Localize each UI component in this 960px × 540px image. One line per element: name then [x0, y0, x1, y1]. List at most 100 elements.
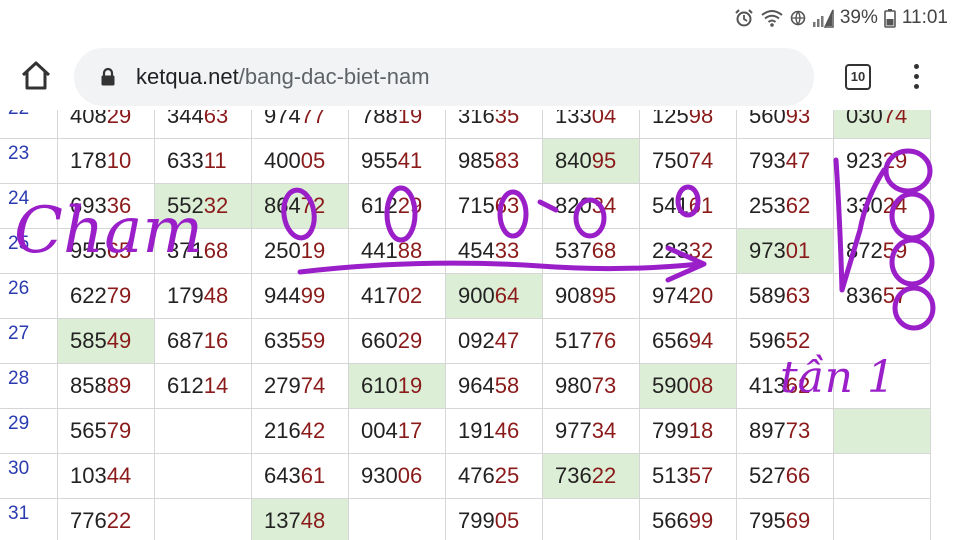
result-head-digits: 371 — [167, 238, 204, 263]
result-head-digits: 788 — [361, 110, 398, 128]
home-icon[interactable] — [18, 58, 54, 94]
result-cell: 85889 — [57, 363, 155, 409]
result-head-digits: 930 — [361, 463, 398, 488]
result-tail-digits: 69 — [785, 508, 811, 533]
globe-icon — [790, 10, 806, 26]
result-cell: 10344 — [57, 453, 155, 499]
result-cell: 25019 — [251, 228, 349, 274]
signal-icon — [812, 9, 834, 28]
result-tail-digits: 34 — [591, 193, 617, 218]
result-tail-digits: 16 — [203, 328, 229, 353]
result-cell: 19146 — [445, 408, 543, 454]
result-cell: 31635 — [445, 110, 543, 139]
day-cell: 28 — [0, 363, 58, 409]
result-tail-digits: 25 — [494, 463, 520, 488]
result-tail-digits: 99 — [688, 508, 714, 533]
tab-switcher-button[interactable]: 10 — [845, 64, 871, 90]
result-cell — [348, 498, 446, 540]
lock-icon — [101, 67, 115, 86]
result-head-digits: 316 — [458, 110, 495, 128]
wifi-icon — [761, 10, 783, 27]
result-cell: 90064 — [445, 273, 543, 319]
result-head-digits: 687 — [167, 328, 204, 353]
result-head-digits: 864 — [264, 193, 301, 218]
status-icons: 39% 11:01 — [734, 0, 948, 36]
result-cell: 47625 — [445, 453, 543, 499]
result-head-digits: 836 — [846, 283, 883, 308]
url-path: /bang-dac-biet-nam — [238, 64, 430, 89]
day-cell: 25 — [0, 228, 58, 274]
result-cell — [154, 498, 252, 540]
result-cell: 03074 — [833, 110, 931, 139]
result-tail-digits: 33 — [494, 238, 520, 263]
result-cell: 00417 — [348, 408, 446, 454]
result-tail-digits: 19 — [397, 110, 423, 128]
result-cell: 27974 — [251, 363, 349, 409]
result-head-digits: 590 — [652, 373, 689, 398]
result-head-digits: 413 — [749, 373, 786, 398]
result-tail-digits: 47 — [785, 148, 811, 173]
result-cell: 33024 — [833, 183, 931, 229]
result-head-digits: 537 — [555, 238, 592, 263]
result-cell: 59008 — [639, 363, 737, 409]
result-head-digits: 513 — [652, 463, 689, 488]
result-cell: 66029 — [348, 318, 446, 364]
result-cell — [833, 363, 931, 409]
result-tail-digits: 05 — [494, 508, 520, 533]
result-tail-digits: 41 — [397, 148, 423, 173]
result-tail-digits: 73 — [785, 418, 811, 443]
result-tail-digits: 04 — [591, 110, 617, 128]
table-row: 25 95565 37168 25019 44188 45433 53768 22332 973… — [0, 228, 931, 274]
result-head-digits: 955 — [361, 148, 398, 173]
day-cell: 22 — [0, 110, 58, 139]
result-head-digits: 596 — [749, 328, 786, 353]
result-tail-digits: 01 — [785, 238, 811, 263]
result-cell — [833, 408, 931, 454]
url-domain: ketqua.net — [136, 64, 239, 89]
result-head-digits: 776 — [70, 508, 107, 533]
menu-icon[interactable] — [912, 64, 920, 92]
result-cell: 98073 — [542, 363, 640, 409]
result-head-digits: 476 — [458, 463, 495, 488]
table-row: 26 62279 17948 94499 41702 90064 90895 97420 589… — [0, 273, 931, 319]
result-tail-digits: 20 — [688, 283, 714, 308]
result-cell: 79905 — [445, 498, 543, 540]
result-tail-digits: 89 — [106, 373, 132, 398]
result-tail-digits: 57 — [882, 283, 908, 308]
result-cell: 59652 — [736, 318, 834, 364]
result-tail-digits: 19 — [300, 238, 326, 263]
result-tail-digits: 47 — [494, 328, 520, 353]
result-head-digits: 977 — [555, 418, 592, 443]
result-cell: 71563 — [445, 183, 543, 229]
address-bar[interactable]: ketqua.net/bang-dac-biet-nam — [74, 48, 814, 106]
result-head-digits: 179 — [167, 283, 204, 308]
result-tail-digits: 65 — [106, 238, 132, 263]
result-cell: 84095 — [542, 138, 640, 184]
result-tail-digits: 99 — [300, 283, 326, 308]
result-tail-digits: 32 — [203, 193, 229, 218]
result-tail-digits: 57 — [688, 463, 714, 488]
result-tail-digits: 52 — [785, 328, 811, 353]
table-row: 23 17810 63311 40005 95541 98583 84095 75074 793… — [0, 138, 931, 184]
result-head-digits: 872 — [846, 238, 883, 263]
result-cell: 61214 — [154, 363, 252, 409]
result-tail-digits: 32 — [688, 238, 714, 263]
day-cell: 23 — [0, 138, 58, 184]
results-table-viewport[interactable]: 2240829344639747778819316351330412598560… — [0, 110, 960, 540]
result-tail-digits: 63 — [494, 193, 520, 218]
status-bar: 39% 11:01 — [0, 0, 960, 36]
result-tail-digits: 36 — [106, 193, 132, 218]
result-tail-digits: 49 — [106, 328, 132, 353]
result-head-digits: 795 — [749, 508, 786, 533]
result-tail-digits: 34 — [591, 418, 617, 443]
result-head-digits: 417 — [361, 283, 398, 308]
result-cell: 79569 — [736, 498, 834, 540]
result-head-digits: 750 — [652, 148, 689, 173]
result-head-digits: 612 — [167, 373, 204, 398]
result-head-digits: 693 — [70, 193, 107, 218]
result-head-digits: 656 — [652, 328, 689, 353]
result-tail-digits: 11 — [203, 148, 227, 173]
result-cell: 12598 — [639, 110, 737, 139]
result-cell: 17810 — [57, 138, 155, 184]
result-tail-digits: 94 — [688, 328, 714, 353]
